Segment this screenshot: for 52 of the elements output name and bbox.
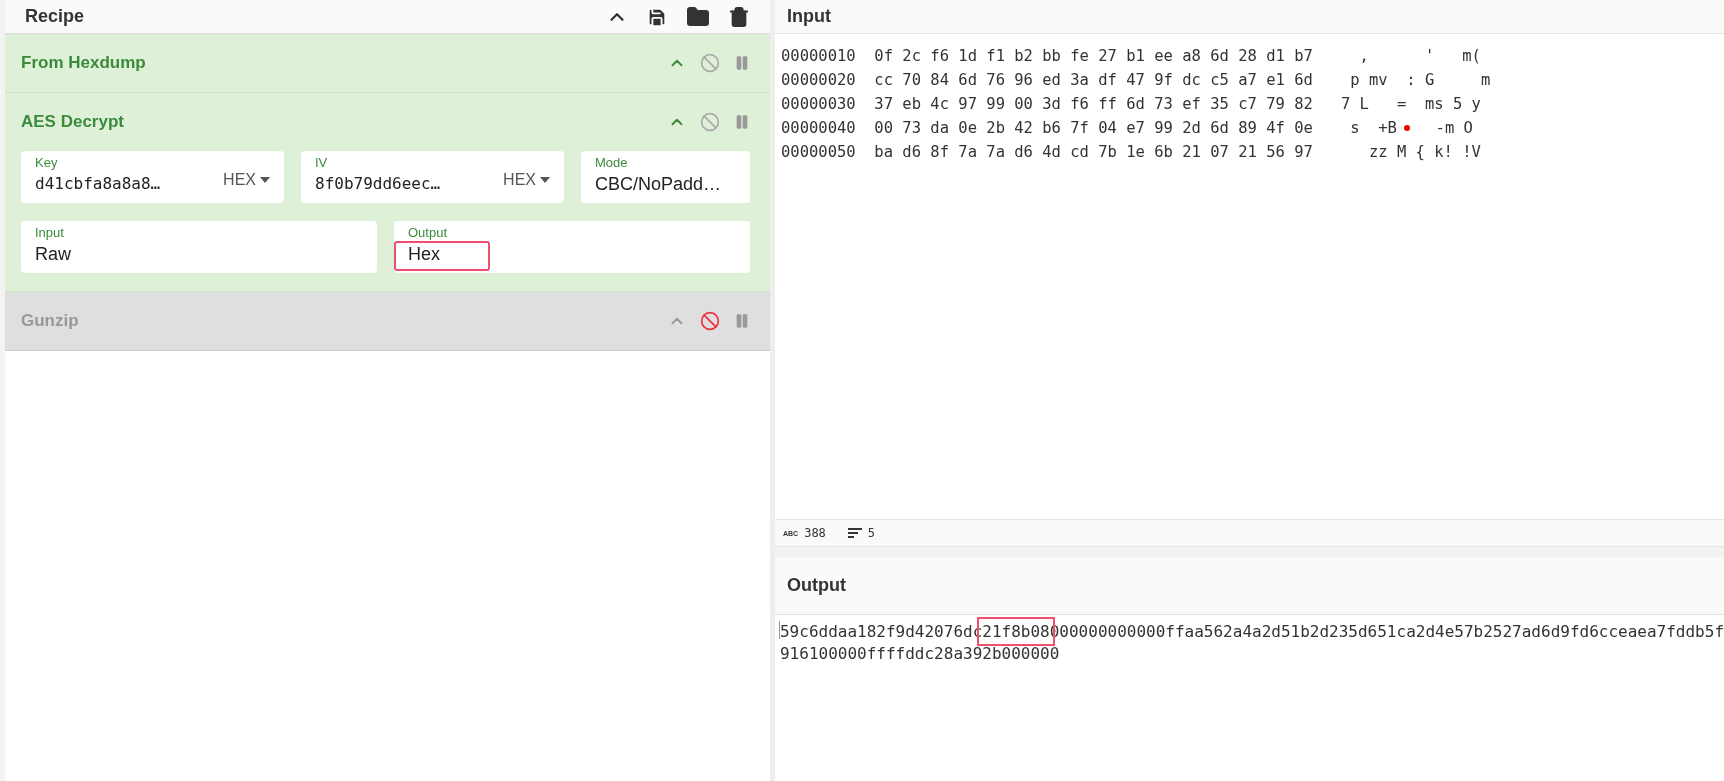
hex-bytes: cc 70 84 6d 76 96 ed 3a df 47 9f dc c5 a7 e1 6d: [874, 70, 1313, 91]
field-label: IV: [315, 155, 329, 170]
text-cursor: [779, 621, 780, 639]
ascii-text: , ' m(: [1358, 46, 1481, 67]
hex-bytes: ba d6 8f 7a 7a d6 4d cd 7b 1e 6b 21 07 21 56 97: [874, 142, 1313, 163]
folder-icon[interactable]: [686, 4, 710, 29]
ascii-text: zz M { k! !V: [1367, 142, 1481, 163]
format-dropdown[interactable]: HEX: [503, 171, 550, 189]
caret-icon: [260, 177, 270, 183]
hex-offset: 00000020: [781, 70, 856, 91]
trash-icon[interactable]: [728, 5, 750, 28]
field-value: d41cbfa8a8a8…: [35, 174, 161, 193]
format-dropdown[interactable]: HEX: [223, 171, 270, 189]
field-value: CBC/NoPadd…: [595, 174, 722, 195]
lines-icon: [847, 528, 862, 538]
pause-icon[interactable]: [734, 55, 750, 71]
disable-icon[interactable]: [700, 53, 720, 73]
field-label: Key: [35, 155, 59, 170]
pause-icon[interactable]: [734, 114, 750, 130]
field-value: Hex: [408, 244, 441, 265]
caret-icon: [540, 177, 550, 183]
field-value: Raw: [35, 244, 71, 265]
hex-bytes: 0f 2c f6 1d f1 b2 bb fe 27 b1 ee a8 6d 28 d1 b7: [874, 46, 1313, 67]
length-count: 388: [804, 526, 826, 540]
ascii-text: 7 L = ms 5 y: [1339, 94, 1481, 115]
disable-icon[interactable]: [700, 112, 720, 132]
ascii-text: -m O: [1434, 118, 1473, 139]
dropdown-field[interactable]: Mode CBC/NoPadd…: [581, 151, 750, 203]
field-label: Input: [35, 225, 65, 240]
operation-title: From Hexdump: [21, 53, 146, 73]
hex-bytes: 37 eb 4c 97 99 00 3d f6 ff 6d 73 ef 35 c7 79 82: [874, 94, 1313, 115]
ascii-text: p mv : G m: [1349, 70, 1491, 91]
hex-offset: 00000050: [781, 142, 856, 163]
field-label: Mode: [595, 155, 629, 170]
hex-offset: 00000030: [781, 94, 856, 115]
ascii-text: s +B: [1349, 118, 1397, 139]
field-label: Output: [408, 225, 448, 240]
line-count: 5: [867, 526, 876, 540]
field-value: 8f0b79dd6eec…: [315, 174, 441, 193]
text-field[interactable]: Key d41cbfa8a8a8… HEX: [21, 151, 284, 203]
operation-title: AES Decrypt: [21, 112, 124, 132]
special-char-icon: [1403, 125, 1410, 131]
hex-offset: 00000040: [781, 118, 856, 139]
panel-title: Output: [787, 575, 846, 596]
panel-title: Recipe: [25, 6, 85, 27]
panel-title: Input: [787, 6, 831, 27]
operation-title: Gunzip: [21, 311, 79, 331]
hex-offset: 00000010: [781, 46, 856, 67]
dropdown-field[interactable]: Output Hex: [394, 221, 750, 273]
dropdown-field[interactable]: Input Raw: [21, 221, 377, 273]
text-field[interactable]: IV 8f0b79dd6eec… HEX: [301, 151, 564, 203]
hex-bytes: 00 73 da 0e 2b 42 b6 7f 04 e7 99 2d 6d 89 4f 0e: [874, 118, 1313, 139]
